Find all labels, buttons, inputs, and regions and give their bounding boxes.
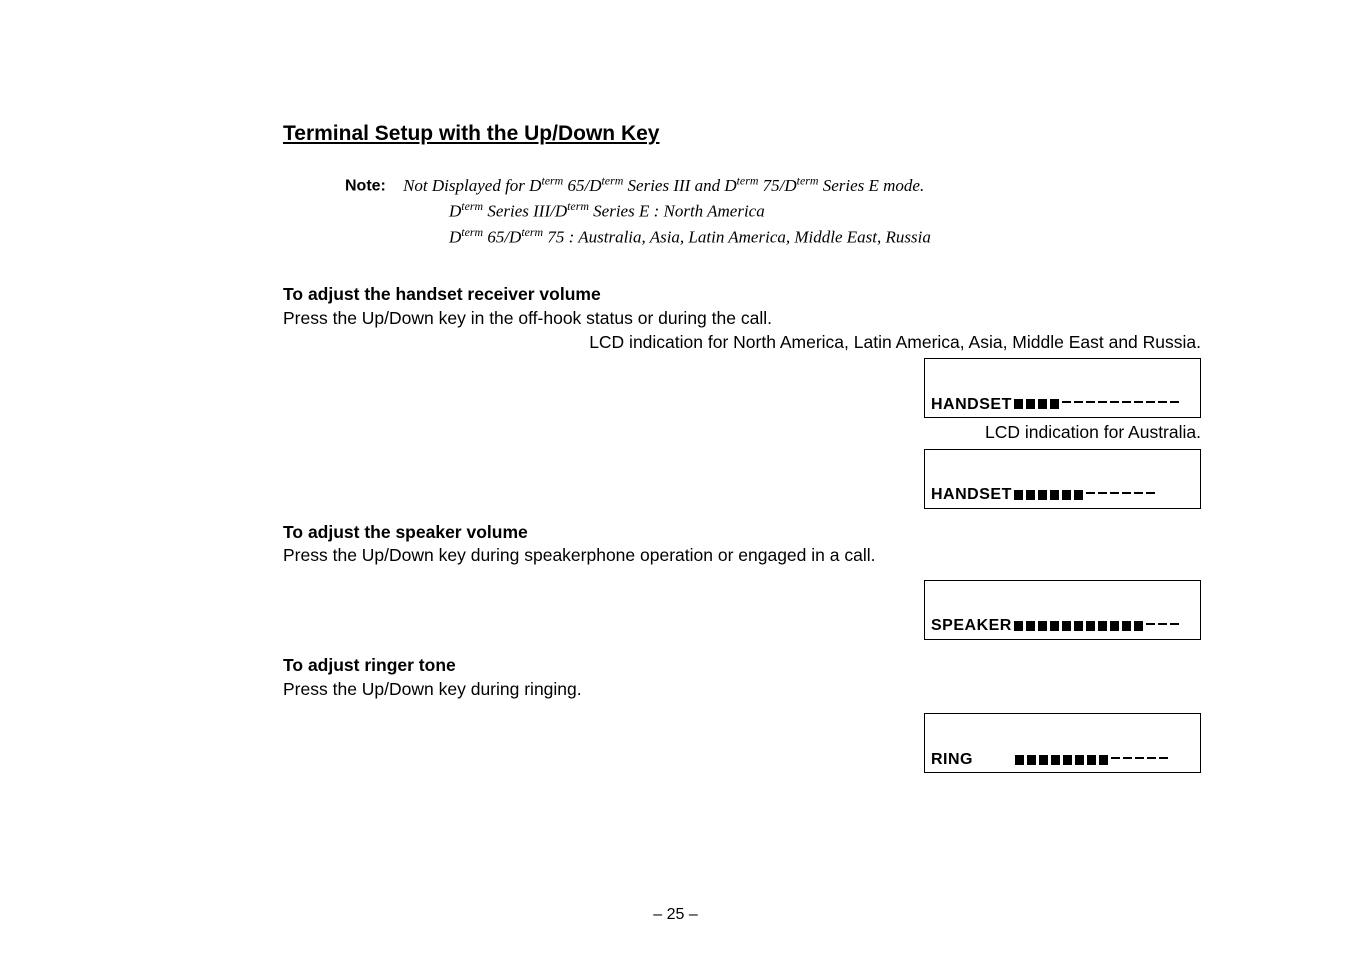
lcd-label: SPEAKER [931,615,1012,637]
lcd-speaker: SPEAKER [924,580,1201,640]
note-line-1: Not Displayed for Dterm 65/Dterm Series … [390,176,924,195]
lcd-bars [1015,755,1171,765]
section-handset-body: Press the Up/Down key in the off-hook st… [283,307,1201,331]
note-line-3: Dterm 65/Dterm 75 : Australia, Asia, Lat… [449,224,1201,249]
lcd-handset-au: HANDSET [924,449,1201,509]
section-speaker-head: To adjust the speaker volume [283,521,1201,545]
lcd-caption-1: LCD indication for North America, Latin … [283,331,1201,355]
note-label: Note: [345,178,386,195]
lcd-label: HANDSET [931,484,1012,506]
page-title: Terminal Setup with the Up/Down Key [283,120,1201,148]
lcd-label: HANDSET [931,394,1012,416]
lcd-bars [1014,621,1182,631]
note-line-2: Dterm Series III/Dterm Series E : North … [449,198,1201,223]
section-ringer-body: Press the Up/Down key during ringing. [283,678,1201,702]
page-number: – 25 – [0,906,1351,924]
lcd-bars [1014,490,1158,500]
lcd-ring: RING [924,713,1201,773]
section-handset-head: To adjust the handset receiver volume [283,283,1201,307]
section-ringer-head: To adjust ringer tone [283,654,1201,678]
lcd-handset-na: HANDSET [924,358,1201,418]
section-speaker-body: Press the Up/Down key during speakerphon… [283,544,1201,568]
lcd-bars [1014,399,1182,409]
lcd-caption-2: LCD indication for Australia. [283,421,1201,445]
note-block: Note: Not Displayed for Dterm 65/Dterm S… [345,172,1201,249]
lcd-label: RING [931,749,973,771]
